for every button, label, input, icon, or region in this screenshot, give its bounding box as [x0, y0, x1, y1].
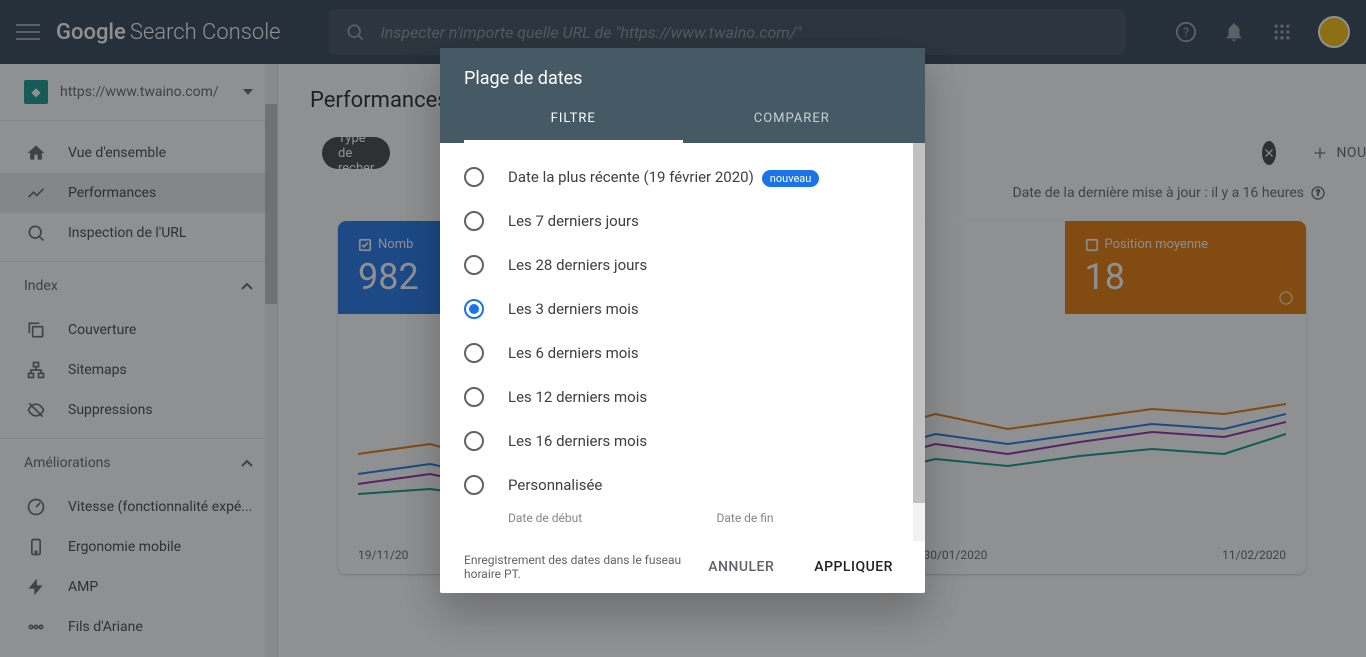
radio-28-days[interactable]: Les 28 derniers jours [440, 243, 925, 287]
radio-label: Personnalisée [508, 476, 602, 494]
date-range-dialog: Plage de dates FILTRE COMPARER Date la p… [440, 48, 925, 593]
radio-most-recent[interactable]: Date la plus récente (19 février 2020) no… [440, 155, 925, 199]
radio-7-days[interactable]: Les 7 derniers jours [440, 199, 925, 243]
radio-label: Les 7 derniers jours [508, 212, 639, 230]
timezone-note: Enregistrement des dates dans le fuseau … [464, 553, 692, 581]
radio-icon [464, 255, 484, 275]
tab-filter[interactable]: FILTRE [464, 97, 683, 143]
radio-custom[interactable]: Personnalisée [440, 463, 925, 507]
start-date-field[interactable]: Date de début [508, 511, 693, 525]
apply-button[interactable]: APPLIQUER [798, 549, 909, 585]
radio-label: Les 16 derniers mois [508, 432, 647, 450]
radio-icon [464, 431, 484, 451]
radio-3-months[interactable]: Les 3 derniers mois [440, 287, 925, 331]
radio-icon [464, 299, 484, 319]
radio-label: Les 28 derniers jours [508, 256, 647, 274]
radio-label: Date la plus récente (19 février 2020) [508, 168, 754, 186]
dialog-scrollbar[interactable] [913, 143, 925, 541]
radio-icon [464, 343, 484, 363]
radio-icon [464, 475, 484, 495]
radio-icon [464, 167, 484, 187]
radio-12-months[interactable]: Les 12 derniers mois [440, 375, 925, 419]
radio-icon [464, 211, 484, 231]
tab-compare[interactable]: COMPARER [683, 97, 902, 143]
cancel-button[interactable]: ANNULER [692, 549, 790, 585]
radio-label: Les 12 derniers mois [508, 388, 647, 406]
end-date-field[interactable]: Date de fin [717, 511, 902, 525]
dialog-title: Plage de dates [464, 68, 901, 89]
radio-label: Les 6 derniers mois [508, 344, 639, 362]
badge-new: nouveau [762, 170, 820, 187]
radio-icon [464, 387, 484, 407]
radio-6-months[interactable]: Les 6 derniers mois [440, 331, 925, 375]
radio-label: Les 3 derniers mois [508, 300, 639, 318]
radio-16-months[interactable]: Les 16 derniers mois [440, 419, 925, 463]
